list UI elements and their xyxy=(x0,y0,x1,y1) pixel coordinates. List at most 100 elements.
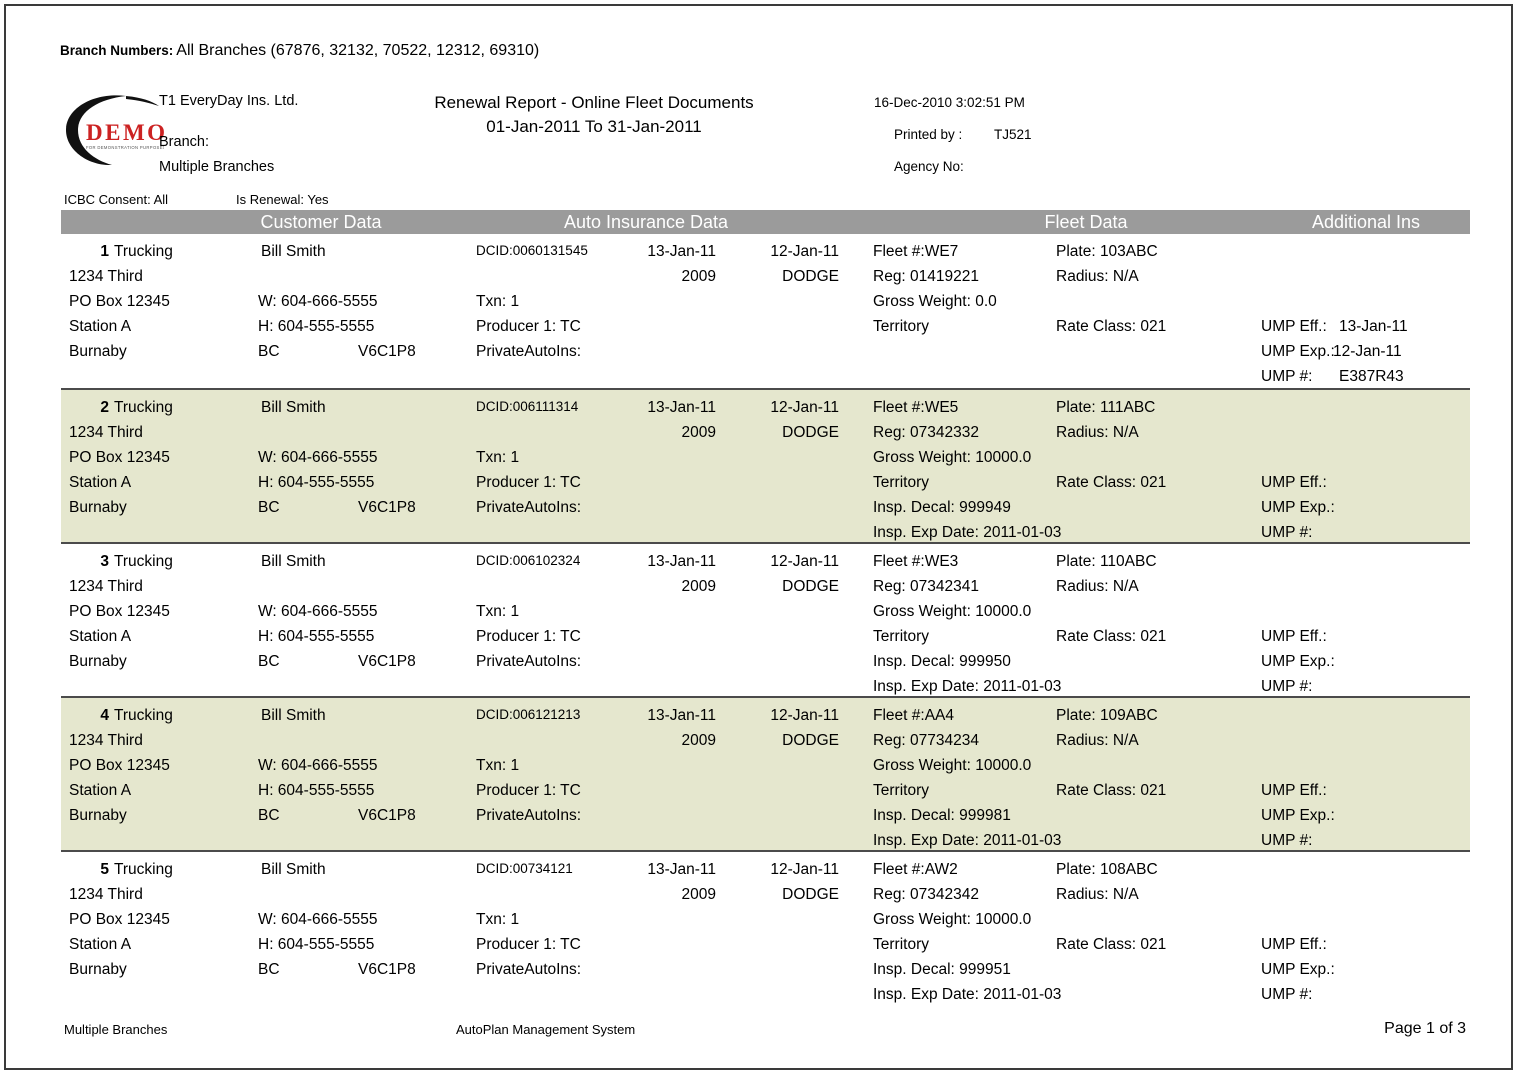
report-title: Renewal Report - Online Fleet Documents xyxy=(434,93,754,112)
territory: Territory xyxy=(873,318,929,335)
row-number: 5 xyxy=(100,861,109,878)
address-line-2: PO Box 12345 xyxy=(69,449,170,466)
ump-expiry-label: UMP Exp.: xyxy=(1261,499,1335,516)
phone-work: W: 604-666-5555 xyxy=(258,449,378,466)
business-name: Trucking xyxy=(114,707,173,724)
vehicle-year: 2009 xyxy=(681,886,716,903)
inspection-exp-date: Insp. Exp Date: 2011-01-03 xyxy=(873,832,1062,849)
inspection-decal: Insp. Decal: 999950 xyxy=(873,653,1011,670)
phone-home: H: 604-555-5555 xyxy=(258,474,375,491)
radius: Radius: N/A xyxy=(1056,424,1139,441)
territory: Territory xyxy=(873,936,929,953)
ump-effective-label: UMP Eff.: xyxy=(1261,474,1327,491)
inspection-decal: Insp. Decal: 999951 xyxy=(873,961,1011,978)
vehicle-make: DODGE xyxy=(782,424,839,441)
report-rows: 1 Trucking 1234 Third PO Box 12345 Station A… xyxy=(61,234,1470,1006)
producer: Producer 1: TC xyxy=(476,474,581,491)
address-line-2: PO Box 12345 xyxy=(69,911,170,928)
ump-number-label: UMP #: xyxy=(1261,368,1313,385)
inspection-decal: Insp. Decal: 999949 xyxy=(873,499,1011,516)
demo-logo: DEMO FOR DEMONSTRATION PURPOSES ONLY xyxy=(64,94,164,166)
phone-home: H: 604-555-5555 xyxy=(258,782,375,799)
plate: Plate: 110ABC xyxy=(1056,553,1157,570)
vehicle-make: DODGE xyxy=(782,732,839,749)
gross-weight: Gross Weight: 10000.0 xyxy=(873,603,1032,620)
effective-date: 13-Jan-11 xyxy=(647,553,716,570)
postal-code: V6C1P8 xyxy=(358,343,416,360)
vehicle-year: 2009 xyxy=(681,732,716,749)
address-line-3: Station A xyxy=(69,474,132,491)
footer-page-number: Page 1 of 3 xyxy=(1384,1020,1466,1037)
branch-numbers-value: All Branches (67876, 32132, 70522, 12312… xyxy=(176,42,540,59)
rate-class: Rate Class: 021 xyxy=(1056,474,1167,491)
address-line-1: 1234 Third xyxy=(69,268,143,285)
phone-home: H: 604-555-5555 xyxy=(258,318,375,335)
contact-name: Bill Smith xyxy=(261,243,326,260)
inspection-exp-date: Insp. Exp Date: 2011-01-03 xyxy=(873,678,1062,695)
table-row[interactable]: 5 Trucking 1234 Third PO Box 12345 Station A… xyxy=(61,850,1470,1006)
phone-work: W: 604-666-5555 xyxy=(258,911,378,928)
gross-weight: Gross Weight: 10000.0 xyxy=(873,757,1032,774)
gross-weight: Gross Weight: 10000.0 xyxy=(873,911,1032,928)
ump-number-label: UMP #: xyxy=(1261,524,1313,541)
branch-numbers: Branch Numbers: All Branches (67876, 3213… xyxy=(60,42,539,60)
private-auto-ins: PrivateAutoIns: xyxy=(476,961,582,978)
transaction-number: Txn: 1 xyxy=(476,911,520,928)
business-name: Trucking xyxy=(114,553,173,570)
branch-numbers-label: Branch Numbers: xyxy=(60,43,174,58)
row-number: 1 xyxy=(100,243,109,260)
ump-number-label: UMP #: xyxy=(1261,986,1313,1003)
plate: Plate: 111ABC xyxy=(1056,399,1156,416)
vehicle-year: 2009 xyxy=(681,424,716,441)
province: BC xyxy=(258,807,280,824)
table-row[interactable]: 4 Trucking 1234 Third PO Box 12345 Station A… xyxy=(61,696,1470,850)
postal-code: V6C1P8 xyxy=(358,807,416,824)
producer: Producer 1: TC xyxy=(476,782,581,799)
phone-home: H: 604-555-5555 xyxy=(258,936,375,953)
ump-expiry-label: UMP Exp.: xyxy=(1261,807,1335,824)
ump-effective-label: UMP Eff.: xyxy=(1261,318,1327,335)
table-row[interactable]: 3 Trucking 1234 Third PO Box 12345 Station A… xyxy=(61,542,1470,696)
printed-by-label: Printed by : xyxy=(894,127,963,142)
is-renewal-filter: Is Renewal: Yes xyxy=(236,192,329,207)
radius: Radius: N/A xyxy=(1056,578,1139,595)
ump-number-label: UMP #: xyxy=(1261,832,1313,849)
address-line-2: PO Box 12345 xyxy=(69,757,170,774)
report-page: Branch Numbers: All Branches (67876, 3213… xyxy=(4,4,1513,1070)
ump-expiry-label: UMP Exp.: xyxy=(1261,961,1335,978)
column-header-bar: Customer Data Auto Insurance Data Fleet … xyxy=(61,210,1470,234)
inspection-decal: Insp. Decal: 999981 xyxy=(873,807,1011,824)
province: BC xyxy=(258,343,280,360)
ump-effective-label: UMP Eff.: xyxy=(1261,782,1327,799)
fleet-number: Fleet #:WE7 xyxy=(873,243,959,260)
agency-no-label: Agency No: xyxy=(894,159,964,174)
ump-effective-label: UMP Eff.: xyxy=(1261,936,1327,953)
gross-weight: Gross Weight: 10000.0 xyxy=(873,449,1032,466)
svg-text:DEMO: DEMO xyxy=(86,120,164,145)
address-line-3: Station A xyxy=(69,782,132,799)
effective-date: 13-Jan-11 xyxy=(647,707,716,724)
vehicle-make: DODGE xyxy=(782,578,839,595)
postal-code: V6C1P8 xyxy=(358,653,416,670)
dcid: DCID:006102324 xyxy=(476,553,581,568)
transaction-number: Txn: 1 xyxy=(476,449,520,466)
table-row[interactable]: 1 Trucking 1234 Third PO Box 12345 Station A… xyxy=(61,234,1470,388)
registration: Reg: 07342341 xyxy=(873,578,980,595)
territory: Territory xyxy=(873,782,929,799)
contact-name: Bill Smith xyxy=(261,861,326,878)
private-auto-ins: PrivateAutoIns: xyxy=(476,499,582,516)
producer: Producer 1: TC xyxy=(476,936,581,953)
print-timestamp: 16-Dec-2010 3:02:51 PM xyxy=(874,95,1025,110)
vehicle-year: 2009 xyxy=(681,578,716,595)
postal-code: V6C1P8 xyxy=(358,499,416,516)
address-line-1: 1234 Third xyxy=(69,886,143,903)
fleet-number: Fleet #:WE3 xyxy=(873,553,959,570)
column-header-additional-ins: Additional Ins xyxy=(1311,212,1421,232)
producer: Producer 1: TC xyxy=(476,318,581,335)
table-row[interactable]: 2 Trucking 1234 Third PO Box 12345 Station A… xyxy=(61,388,1470,542)
registration: Reg: 01419221 xyxy=(873,268,980,285)
phone-work: W: 604-666-5555 xyxy=(258,757,378,774)
printed-by-value: TJ521 xyxy=(994,127,1032,142)
contact-name: Bill Smith xyxy=(261,399,326,416)
footer-branch: Multiple Branches xyxy=(64,1022,168,1037)
